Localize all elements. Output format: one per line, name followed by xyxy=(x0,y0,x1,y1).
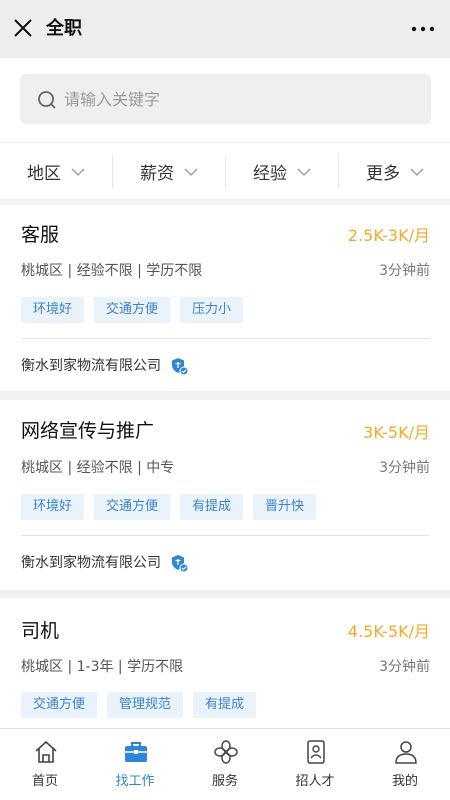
job-salary: 3K-5K/月 xyxy=(363,423,430,442)
tab-label: 招人才 xyxy=(295,774,335,789)
filter-region[interactable]: 地区 xyxy=(0,143,112,200)
search-area xyxy=(0,58,450,142)
job-time: 3分钟前 xyxy=(379,263,430,279)
job-meta: 桃城区 | 经验不限 | 中专 xyxy=(21,460,175,476)
filter-label: 地区 xyxy=(27,164,61,184)
company-name: 衡水到家物流有限公司 xyxy=(21,555,161,571)
job-card[interactable]: 网络宣传与推广 3K-5K/月 桃城区 | 经验不限 | 中专 3分钟前 环境好… xyxy=(0,400,450,590)
search-input[interactable] xyxy=(64,74,414,124)
chevron-down-icon xyxy=(184,168,198,176)
search-box[interactable] xyxy=(20,74,431,124)
tab-label: 首页 xyxy=(31,774,58,789)
recruit-icon xyxy=(307,740,325,764)
tab-recruit[interactable]: 招人才 xyxy=(270,729,360,800)
tab-find-job[interactable]: 找工作 xyxy=(90,729,180,800)
job-tag: 压力小 xyxy=(180,297,244,323)
job-time: 3分钟前 xyxy=(379,659,430,675)
divider xyxy=(21,338,430,339)
job-salary: 4.5K-5K/月 xyxy=(347,622,430,641)
job-meta: 桃城区 | 经验不限 | 学历不限 xyxy=(21,263,203,279)
tab-label: 服务 xyxy=(211,774,238,789)
tab-mine[interactable]: 我的 xyxy=(360,729,450,800)
company-row[interactable]: 衡水到家物流有限公司 xyxy=(21,553,189,573)
job-tags: 交通方便 管理规范 有提成 xyxy=(21,692,257,718)
job-tag: 有提成 xyxy=(180,494,244,520)
filter-label: 薪资 xyxy=(140,164,174,184)
job-meta: 桃城区 | 1-3年 | 学历不限 xyxy=(21,659,184,675)
job-salary: 2.5K-3K/月 xyxy=(347,226,430,245)
filter-salary[interactable]: 薪资 xyxy=(113,143,225,200)
chevron-down-icon xyxy=(71,168,85,176)
job-tag: 交通方便 xyxy=(94,494,171,520)
tab-service[interactable]: 服务 xyxy=(180,729,270,800)
close-icon[interactable] xyxy=(12,17,34,39)
service-icon xyxy=(214,740,238,764)
job-title: 网络宣传与推广 xyxy=(21,420,155,442)
job-card[interactable]: 司机 4.5K-5K/月 桃城区 | 1-3年 | 学历不限 3分钟前 交通方便… xyxy=(0,598,450,728)
job-time: 3分钟前 xyxy=(379,460,430,476)
bottom-tab-bar: 首页 找工作 服务 招人才 我的 xyxy=(0,728,450,800)
job-tag: 交通方便 xyxy=(21,692,98,718)
job-tags: 环境好 交通方便 压力小 xyxy=(21,297,244,323)
filter-bar: 地区 薪资 经验 更多 xyxy=(0,142,450,199)
job-tag: 交通方便 xyxy=(94,297,171,323)
job-title: 客服 xyxy=(21,224,60,246)
job-tag: 晋升快 xyxy=(253,494,317,520)
search-icon xyxy=(38,91,56,109)
filter-experience[interactable]: 经验 xyxy=(226,143,338,200)
verified-badge-icon xyxy=(172,555,189,573)
job-card[interactable]: 客服 2.5K-3K/月 桃城区 | 经验不限 | 学历不限 3分钟前 环境好 … xyxy=(0,205,450,391)
briefcase-icon xyxy=(125,742,147,762)
filter-label: 经验 xyxy=(253,164,287,184)
chevron-down-icon xyxy=(297,168,311,176)
more-icon[interactable] xyxy=(410,20,436,38)
tab-label: 找工作 xyxy=(115,774,155,789)
company-name: 衡水到家物流有限公司 xyxy=(21,358,161,374)
job-tag: 环境好 xyxy=(21,297,85,323)
tab-home[interactable]: 首页 xyxy=(0,729,90,800)
filter-more[interactable]: 更多 xyxy=(339,143,450,200)
verified-badge-icon xyxy=(172,358,189,376)
job-tags: 环境好 交通方便 有提成 晋升快 xyxy=(21,494,317,520)
page-title: 全职 xyxy=(46,18,82,39)
job-tag: 环境好 xyxy=(21,494,85,520)
divider xyxy=(21,535,430,536)
tab-label: 我的 xyxy=(391,774,418,789)
filter-label: 更多 xyxy=(366,164,400,184)
job-tag: 管理规范 xyxy=(107,692,184,718)
top-bar: 全职 xyxy=(0,0,450,58)
job-tag: 有提成 xyxy=(193,692,257,718)
home-icon xyxy=(35,740,57,763)
company-row[interactable]: 衡水到家物流有限公司 xyxy=(21,356,189,376)
user-icon xyxy=(395,741,417,764)
job-title: 司机 xyxy=(21,620,60,642)
chevron-down-icon xyxy=(410,168,424,176)
